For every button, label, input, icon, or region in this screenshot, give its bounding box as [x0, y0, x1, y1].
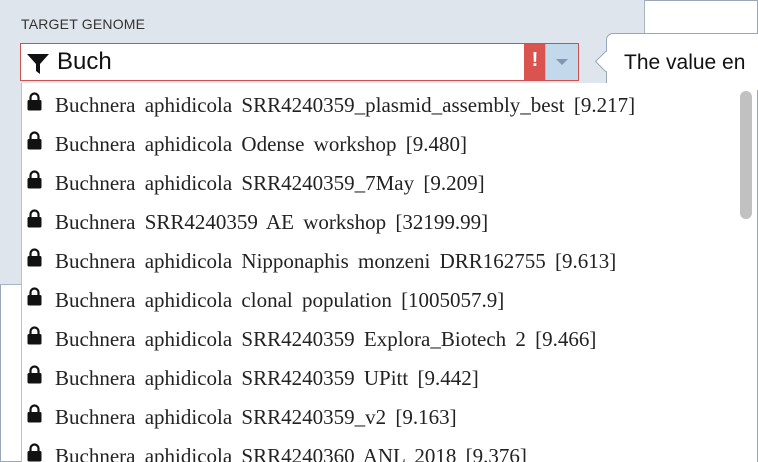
target-genome-input[interactable] — [57, 48, 517, 76]
list-item[interactable]: Buchnera aphidicola Odense workshop [9.4… — [22, 124, 735, 163]
list-item[interactable]: Buchnera aphidicola SRR4240359 Explora_B… — [22, 319, 735, 358]
tooltip-message: The value en — [624, 51, 746, 74]
lock-icon — [27, 287, 42, 306]
option-label: Buchnera aphidicola SRR4240359_plasmid_a… — [55, 93, 636, 117]
lock-icon — [27, 365, 42, 384]
lock-icon — [27, 248, 42, 267]
list-item[interactable]: Buchnera aphidicola Nipponaphis monzeni … — [22, 241, 735, 280]
list-item[interactable]: Buchnera aphidicola SRR4240360 ANL 2018 … — [22, 436, 735, 462]
genome-options-dropdown[interactable]: Buchnera aphidicola SRR4240359_plasmid_a… — [21, 83, 757, 462]
lock-icon — [27, 170, 42, 189]
option-label: Buchnera aphidicola clonal population [1… — [55, 288, 505, 312]
list-item[interactable]: Buchnera aphidicola SRR4240359_plasmid_a… — [22, 85, 735, 124]
option-label: Buchnera SRR4240359 AE workshop [32199.9… — [55, 210, 489, 234]
list-item[interactable]: Buchnera aphidicola SRR4240359_v2 [9.163… — [22, 397, 735, 436]
validation-error-badge: ! — [524, 44, 546, 80]
option-label: Buchnera aphidicola SRR4240360 ANL 2018 … — [55, 444, 527, 462]
lock-icon — [27, 326, 42, 345]
list-item[interactable]: Buchnera SRR4240359 AE workshop [32199.9… — [22, 202, 735, 241]
option-label: Buchnera aphidicola Nipponaphis monzeni … — [55, 249, 617, 273]
dropdown-scrollbar[interactable] — [737, 83, 755, 462]
target-genome-label: TARGET GENOME — [21, 16, 146, 32]
lock-icon — [27, 404, 42, 423]
target-genome-combobox[interactable]: ! — [20, 43, 579, 81]
option-label: Buchnera aphidicola SRR4240359_v2 [9.163… — [55, 405, 457, 429]
filter-icon — [27, 54, 49, 74]
option-label: Buchnera aphidicola SRR4240359_7May [9.2… — [55, 171, 485, 195]
lock-icon — [27, 92, 42, 111]
options-list: Buchnera aphidicola SRR4240359_plasmid_a… — [22, 85, 735, 462]
lock-icon — [27, 131, 42, 150]
option-label: Buchnera aphidicola Odense workshop [9.4… — [55, 132, 467, 156]
scrollbar-thumb[interactable] — [740, 91, 752, 219]
list-item[interactable]: Buchnera aphidicola SRR4240359_7May [9.2… — [22, 163, 735, 202]
option-label: Buchnera aphidicola SRR4240359 Explora_B… — [55, 327, 597, 351]
option-label: Buchnera aphidicola SRR4240359 UPitt [9.… — [55, 366, 479, 390]
list-item[interactable]: Buchnera aphidicola clonal population [1… — [22, 280, 735, 319]
list-item[interactable]: Buchnera aphidicola SRR4240359 UPitt [9.… — [22, 358, 735, 397]
chevron-down-icon[interactable] — [545, 44, 578, 80]
lock-icon — [27, 209, 42, 228]
lock-icon — [27, 443, 42, 462]
